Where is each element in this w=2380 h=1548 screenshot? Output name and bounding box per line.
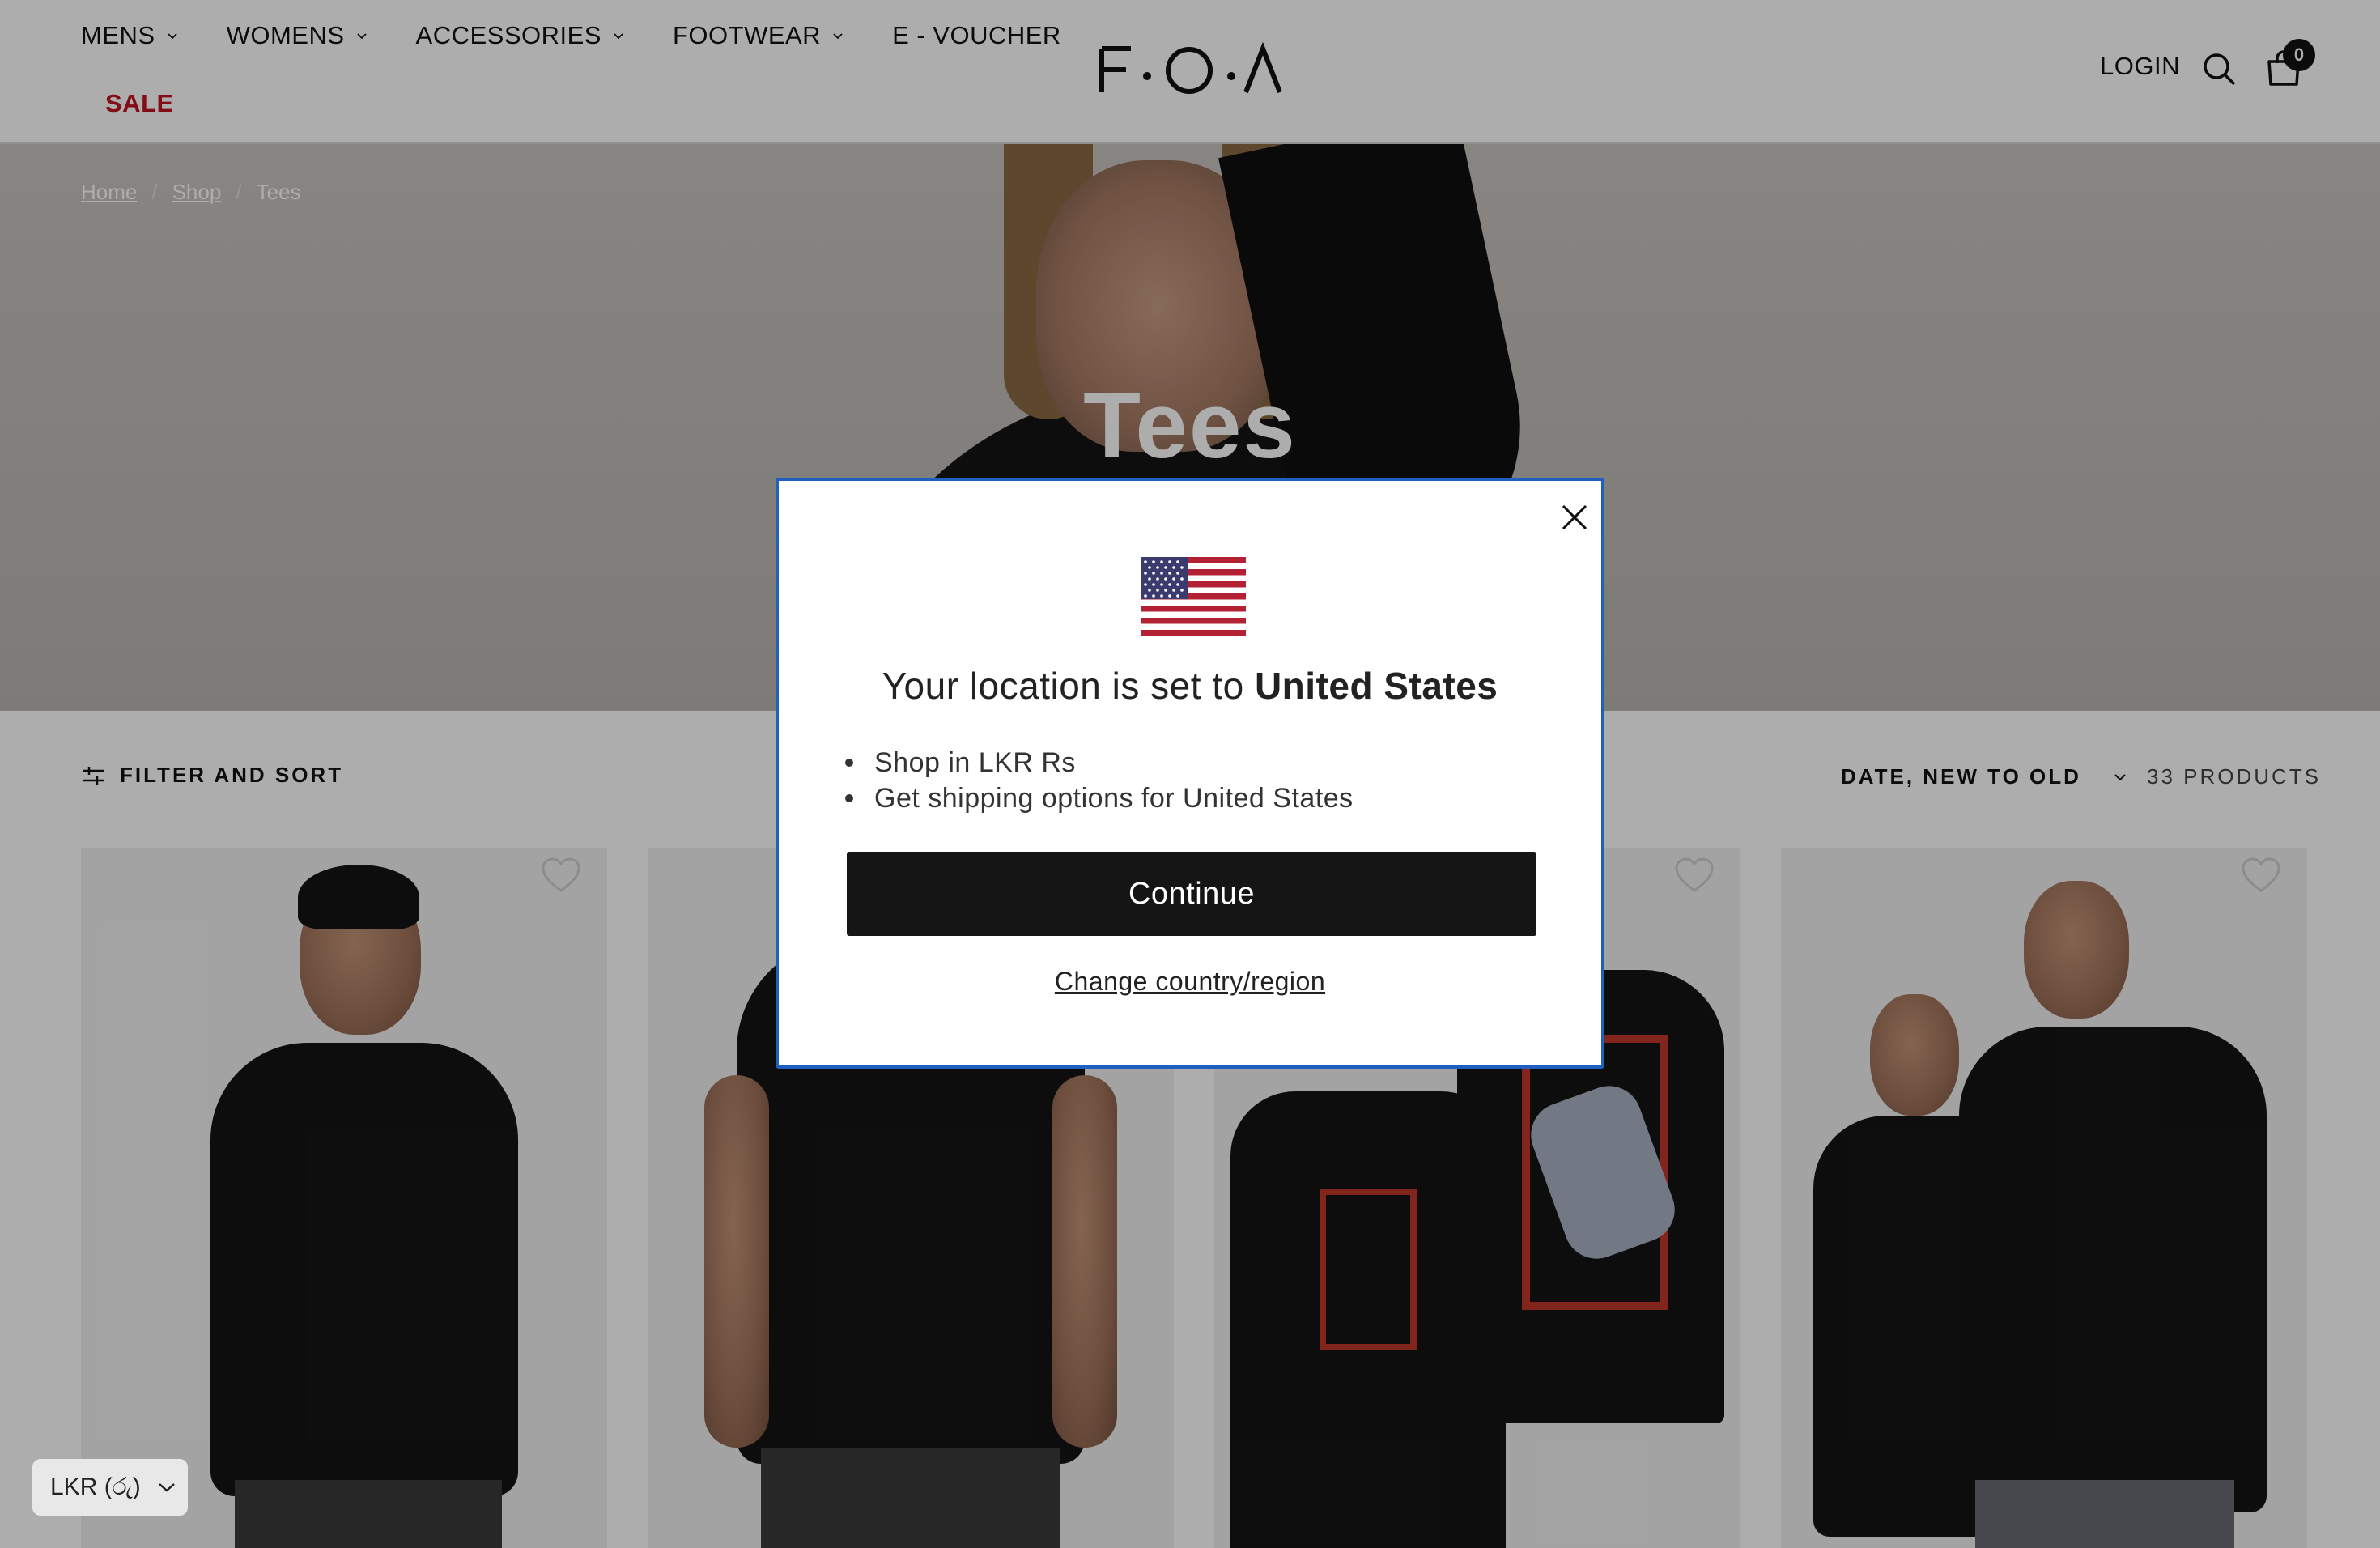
location-modal: Your location is set to United States Sh… bbox=[776, 478, 1604, 1069]
currency-selector[interactable]: LKR (රු) bbox=[32, 1459, 188, 1516]
chevron-down-icon bbox=[158, 1483, 175, 1492]
change-country-link[interactable]: Change country/region bbox=[779, 967, 1601, 997]
list-item: Shop in LKR Rs bbox=[845, 745, 1354, 780]
modal-bullet-list: Shop in LKR Rs Get shipping options for … bbox=[845, 745, 1354, 816]
us-flag-icon bbox=[1141, 557, 1246, 636]
modal-title-prefix: Your location is set to bbox=[882, 665, 1255, 707]
currency-label: LKR (රු) bbox=[50, 1474, 141, 1500]
close-icon[interactable] bbox=[1561, 504, 1588, 531]
continue-button[interactable]: Continue bbox=[847, 852, 1536, 936]
modal-title: Your location is set to United States bbox=[779, 664, 1601, 708]
list-item: Get shipping options for United States bbox=[845, 780, 1354, 816]
modal-title-country: United States bbox=[1254, 665, 1498, 707]
